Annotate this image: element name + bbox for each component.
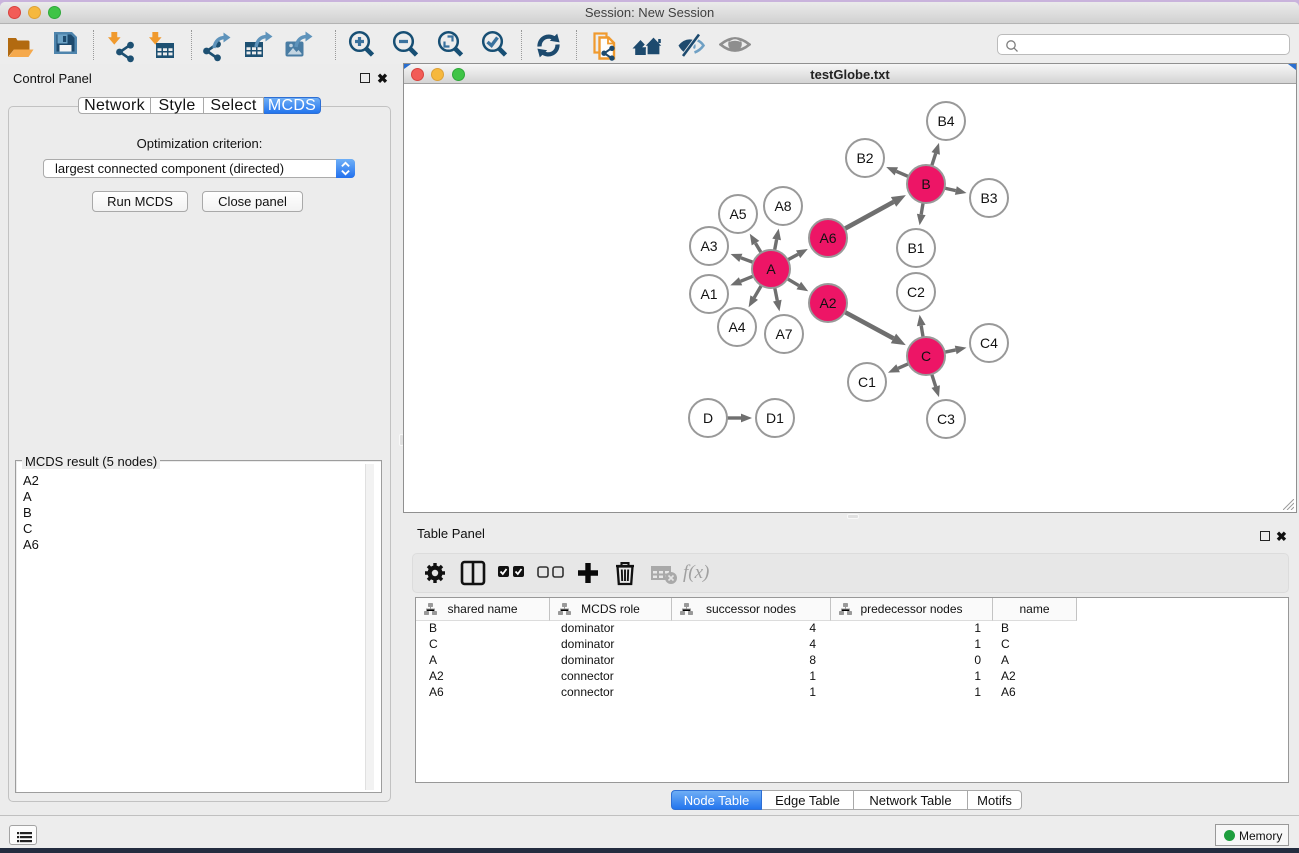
svg-text:B: B xyxy=(921,176,930,192)
svg-text:A4: A4 xyxy=(728,319,745,335)
svg-text:A3: A3 xyxy=(700,238,717,254)
svg-text:B1: B1 xyxy=(907,240,924,256)
svg-text:A: A xyxy=(766,261,776,277)
svg-text:C: C xyxy=(921,348,931,364)
svg-text:D1: D1 xyxy=(766,410,784,426)
svg-text:B4: B4 xyxy=(937,113,954,129)
svg-text:A6: A6 xyxy=(819,230,836,246)
svg-text:B3: B3 xyxy=(980,190,997,206)
svg-text:C4: C4 xyxy=(980,335,998,351)
svg-text:C1: C1 xyxy=(858,374,876,390)
svg-text:A1: A1 xyxy=(700,286,717,302)
svg-text:A5: A5 xyxy=(729,206,746,222)
svg-text:C2: C2 xyxy=(907,284,925,300)
svg-text:D: D xyxy=(703,410,713,426)
svg-text:A2: A2 xyxy=(819,295,836,311)
svg-text:A8: A8 xyxy=(774,198,791,214)
svg-text:A7: A7 xyxy=(775,326,792,342)
svg-text:B2: B2 xyxy=(856,150,873,166)
svg-text:C3: C3 xyxy=(937,411,955,427)
